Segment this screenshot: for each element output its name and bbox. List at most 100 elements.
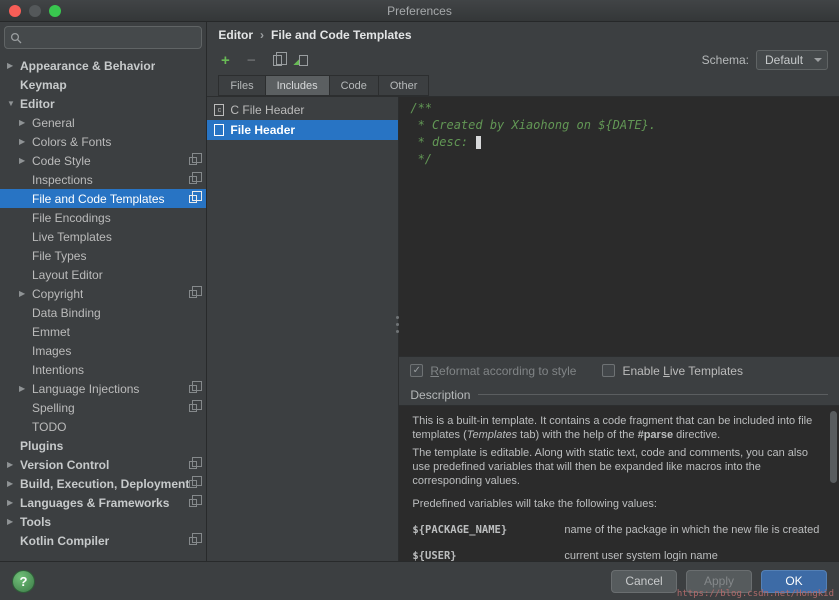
template-item-file-header[interactable]: File Header — [207, 120, 398, 140]
help-button[interactable]: ? — [12, 570, 35, 593]
sidebar-item-inspections[interactable]: Inspections — [0, 170, 206, 189]
chevron-right-icon[interactable]: ▶ — [7, 517, 20, 526]
variable-description: name of the package in which the new fil… — [564, 523, 823, 537]
variable-name: ${USER} — [412, 549, 564, 561]
sidebar-item-tools[interactable]: ▶Tools — [0, 512, 206, 531]
sidebar-item-live-templates[interactable]: Live Templates — [0, 227, 206, 246]
checkbox-label: Enable Live Templates — [622, 364, 743, 378]
sidebar-item-label: File Types — [32, 249, 86, 263]
sidebar-item-kotlin-compiler[interactable]: Kotlin Compiler — [0, 531, 206, 550]
sidebar-item-version-control[interactable]: ▶Version Control — [0, 455, 206, 474]
template-item-c-file-header[interactable]: cC File Header — [207, 100, 398, 120]
sidebar-item-copyright[interactable]: ▶Copyright — [0, 284, 206, 303]
project-settings-icon — [189, 404, 197, 412]
tab-files[interactable]: Files — [218, 75, 265, 96]
sidebar-item-spelling[interactable]: Spelling — [0, 398, 206, 417]
breadcrumb-item-editor[interactable]: Editor — [218, 28, 253, 42]
sidebar-item-language-injections[interactable]: ▶Language Injections — [0, 379, 206, 398]
sidebar-item-code-style[interactable]: ▶Code Style — [0, 151, 206, 170]
splitter-handle[interactable] — [395, 316, 401, 338]
chevron-right-icon[interactable]: ▶ — [7, 460, 20, 469]
sidebar-item-label: Layout Editor — [32, 268, 103, 282]
chevron-down-icon — [814, 58, 822, 62]
tab-other[interactable]: Other — [378, 75, 430, 96]
add-icon[interactable]: + — [218, 52, 232, 68]
sidebar-item-label: Colors & Fonts — [32, 135, 111, 149]
breadcrumb: Editor›File and Code Templates — [207, 22, 839, 48]
minimize-window-button — [29, 5, 41, 17]
template-editor[interactable]: /** * Created by Xiaohong on ${DATE}. * … — [399, 97, 839, 357]
sidebar-item-file-encodings[interactable]: File Encodings — [0, 208, 206, 227]
description-text: directive. — [673, 429, 720, 441]
file-icon — [214, 124, 224, 136]
sidebar-item-intentions[interactable]: Intentions — [0, 360, 206, 379]
description-panel: This is a built-in template. It contains… — [399, 405, 839, 561]
sidebar-item-label: Version Control — [20, 458, 109, 472]
code-line: /** — [410, 100, 839, 117]
sidebar-item-build-execution-deployment[interactable]: ▶Build, Execution, Deployment — [0, 474, 206, 493]
preferences-window: Preferences ▶Appearance & Behavior Keymap… — [0, 0, 839, 600]
settings-search-input[interactable] — [26, 31, 196, 45]
sidebar-item-label: File Encodings — [32, 211, 111, 225]
sidebar-item-file-types[interactable]: File Types — [0, 246, 206, 265]
schema-value: Default — [765, 53, 803, 67]
variable-description: current user system login name — [564, 549, 823, 561]
description-text: #parse — [638, 429, 673, 441]
sidebar-item-layout-editor[interactable]: Layout Editor — [0, 265, 206, 284]
sidebar-item-languages-frameworks[interactable]: ▶Languages & Frameworks — [0, 493, 206, 512]
sidebar-item-todo[interactable]: TODO — [0, 417, 206, 436]
description-scrollbar[interactable] — [830, 411, 837, 483]
chevron-down-icon[interactable]: ▼ — [7, 99, 20, 108]
chevron-right-icon[interactable]: ▶ — [19, 289, 32, 298]
settings-search[interactable] — [4, 26, 202, 49]
chevron-right-icon[interactable]: ▶ — [19, 384, 32, 393]
project-settings-icon — [189, 385, 197, 393]
chevron-right-icon[interactable]: ▶ — [19, 118, 32, 127]
close-window-button[interactable] — [9, 5, 21, 17]
template-list: cC File HeaderFile Header — [207, 97, 399, 561]
chevron-right-icon[interactable]: ▶ — [19, 156, 32, 165]
description-header: Description — [399, 384, 839, 405]
reset-icon-shape — [299, 55, 308, 66]
settings-content: Editor›File and Code Templates + − Schem… — [207, 22, 839, 561]
sidebar-item-label: Data Binding — [32, 306, 101, 320]
sidebar-item-appearance-behavior[interactable]: ▶Appearance & Behavior — [0, 56, 206, 75]
zoom-window-button[interactable] — [49, 5, 61, 17]
watermark: https://blog.csdn.net/Hongkid — [677, 589, 834, 599]
sidebar-item-file-and-code-templates[interactable]: File and Code Templates — [0, 189, 206, 208]
schema-select[interactable]: Default — [756, 50, 828, 70]
reset-to-default-icon[interactable] — [296, 52, 310, 68]
remove-icon: − — [244, 52, 258, 68]
cancel-button[interactable]: Cancel — [611, 570, 677, 593]
sidebar-item-emmet[interactable]: Emmet — [0, 322, 206, 341]
copy-icon[interactable] — [270, 52, 284, 68]
enable-live-templates-checkbox[interactable] — [602, 364, 615, 377]
sidebar-item-label: Intentions — [32, 363, 84, 377]
sidebar-item-images[interactable]: Images — [0, 341, 206, 360]
template-options: Reformat according to styleEnable Live T… — [399, 357, 839, 384]
project-settings-icon — [189, 176, 197, 184]
tab-code[interactable]: Code — [329, 75, 379, 96]
template-type-tabs: FilesIncludesCodeOther — [207, 72, 839, 96]
sidebar-item-label: General — [32, 116, 75, 130]
sidebar-item-colors-fonts[interactable]: ▶Colors & Fonts — [0, 132, 206, 151]
sidebar-item-data-binding[interactable]: Data Binding — [0, 303, 206, 322]
chevron-right-icon[interactable]: ▶ — [19, 137, 32, 146]
chevron-right-icon[interactable]: ▶ — [7, 61, 20, 70]
sidebar-item-plugins[interactable]: Plugins — [0, 436, 206, 455]
sidebar-item-label: Keymap — [20, 78, 67, 92]
sidebar-item-general[interactable]: ▶General — [0, 113, 206, 132]
settings-sidebar: ▶Appearance & BehaviorKeymap▼Editor▶Gene… — [0, 22, 207, 561]
tab-includes[interactable]: Includes — [265, 75, 330, 96]
window-title: Preferences — [387, 4, 452, 18]
project-settings-icon — [189, 480, 197, 488]
reformat-according-to-style-checkbox — [410, 364, 423, 377]
sidebar-item-editor[interactable]: ▼Editor — [0, 94, 206, 113]
chevron-right-icon[interactable]: ▶ — [7, 479, 20, 488]
chevron-right-icon[interactable]: ▶ — [7, 498, 20, 507]
project-settings-icon — [189, 499, 197, 507]
file-icon: c — [214, 104, 224, 116]
copy-icon-shape — [273, 55, 282, 66]
window-controls — [9, 5, 61, 17]
sidebar-item-keymap[interactable]: Keymap — [0, 75, 206, 94]
